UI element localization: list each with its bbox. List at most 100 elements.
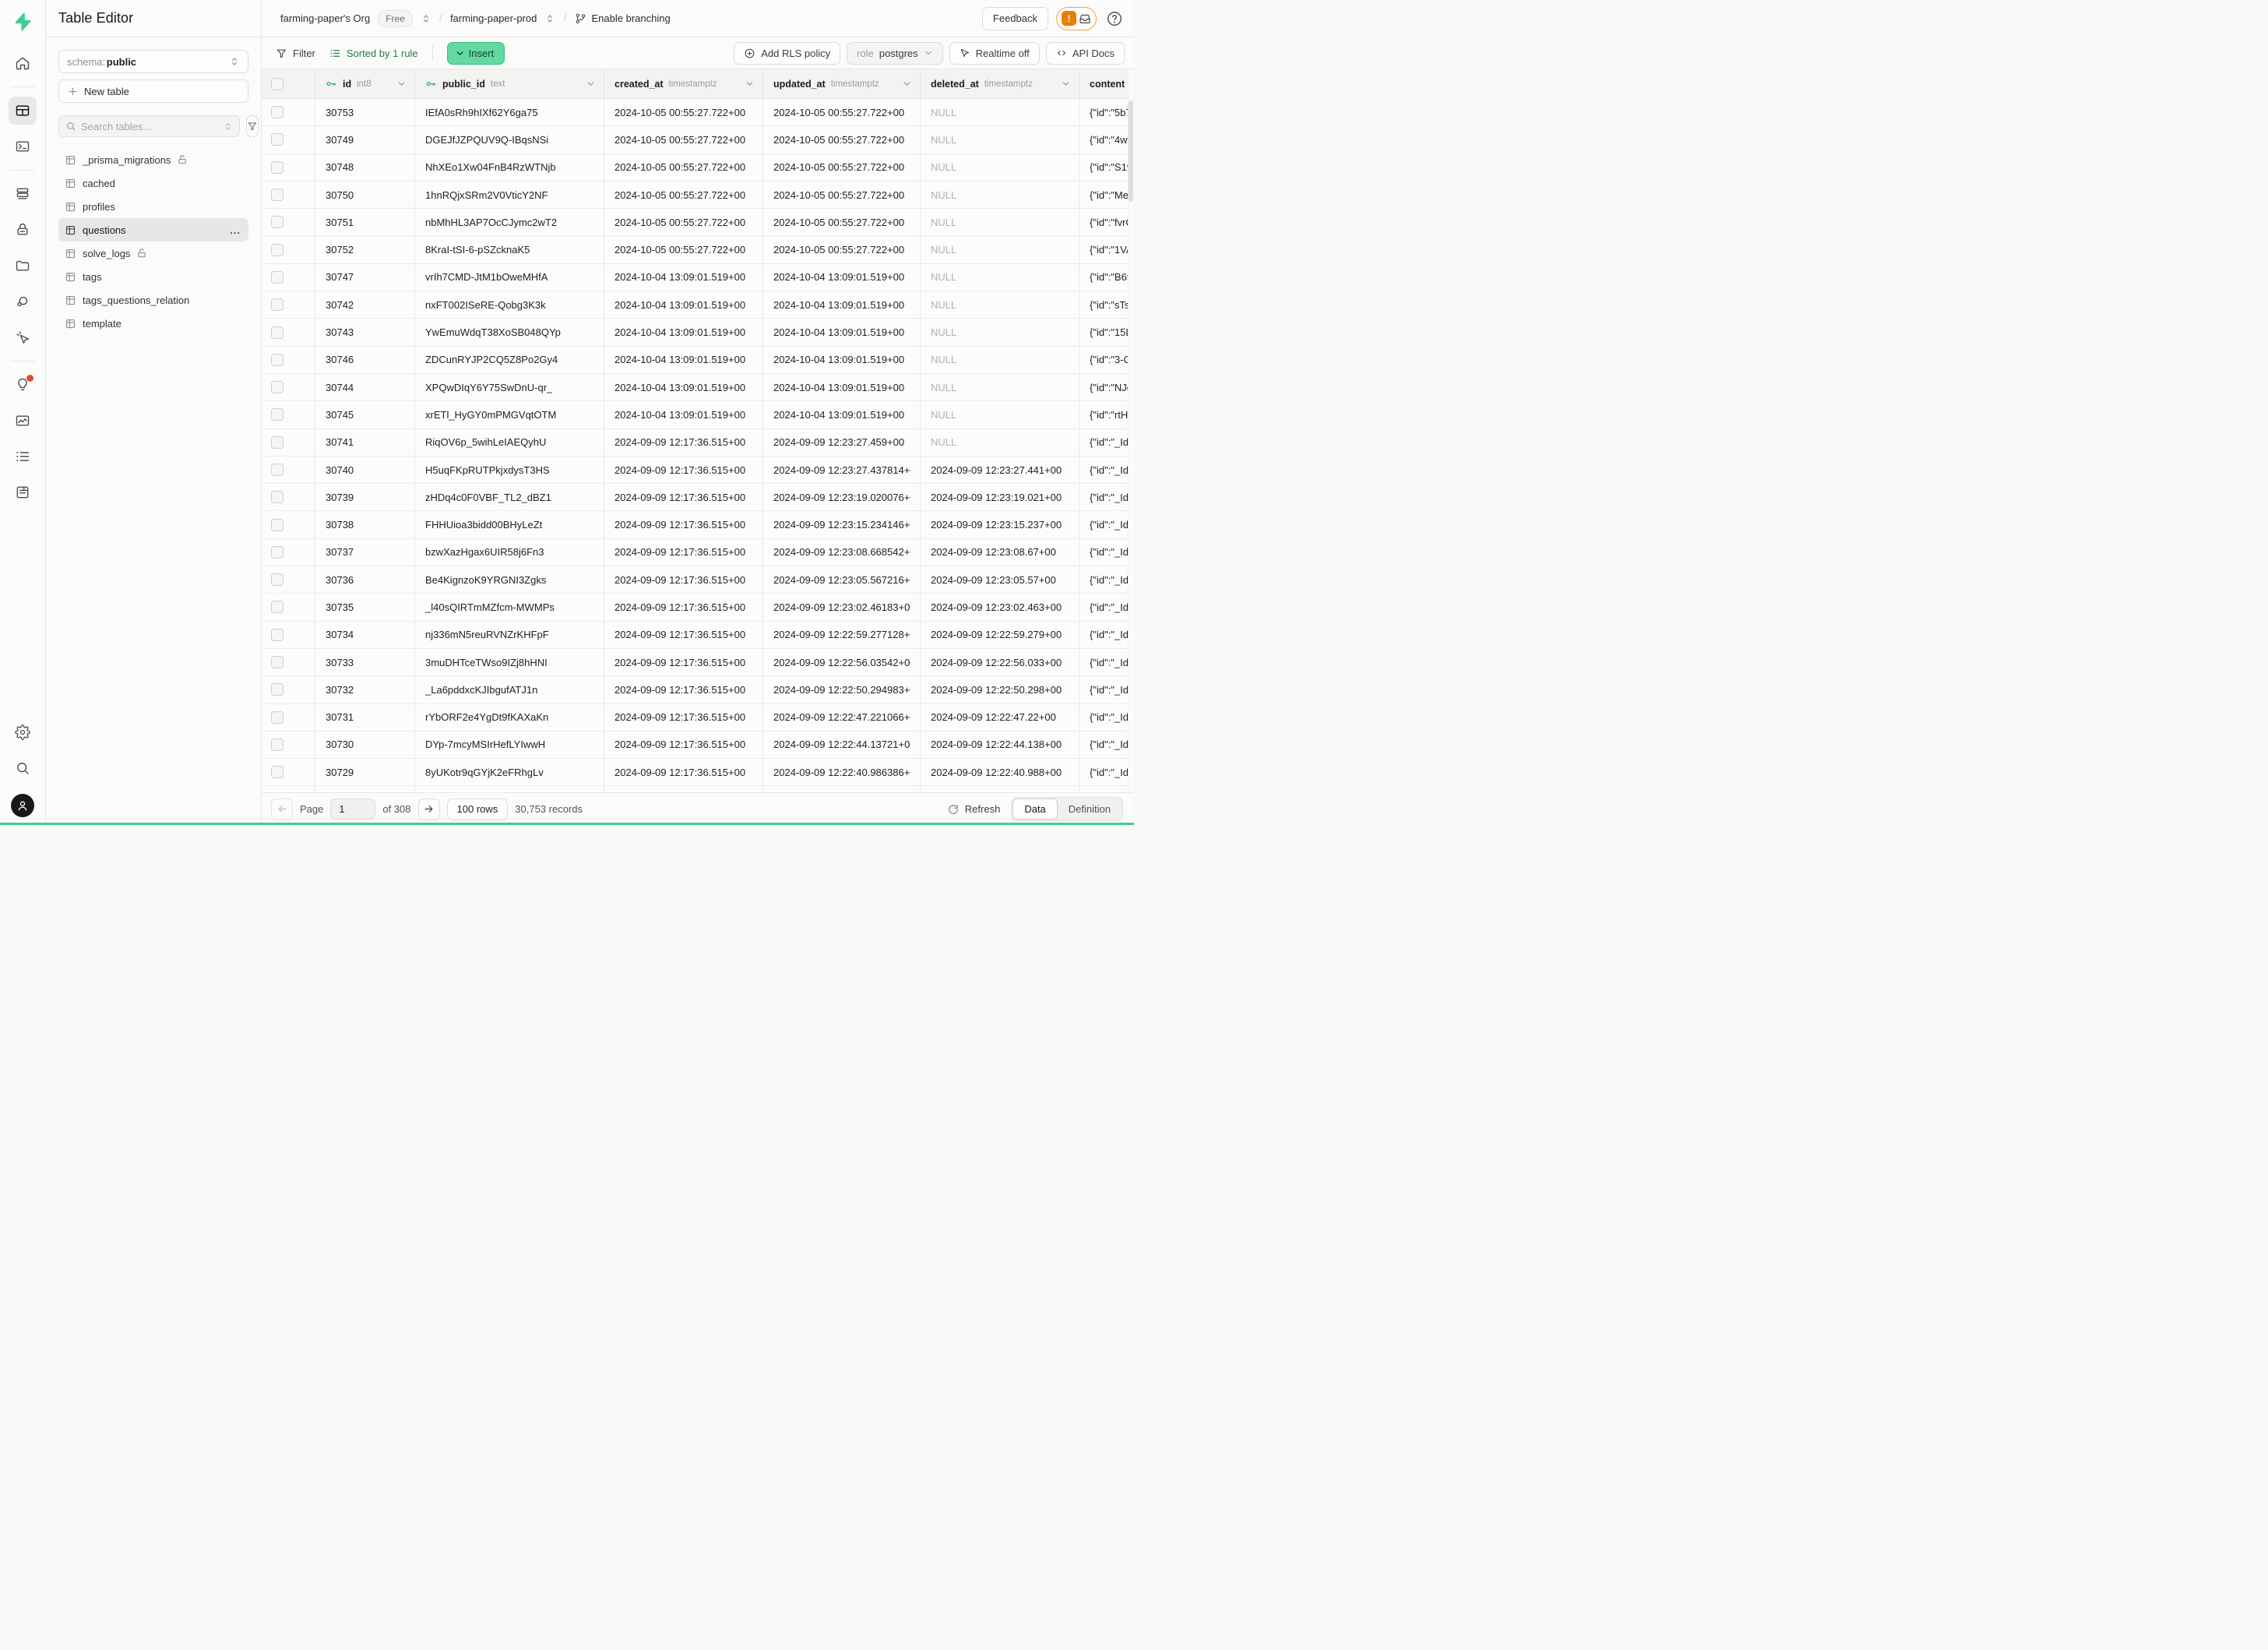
- schema-select[interactable]: schema: public: [58, 50, 248, 73]
- cell-deleted_at[interactable]: NULL: [921, 347, 1079, 373]
- cell-id[interactable]: 30737: [315, 539, 415, 566]
- cell-id[interactable]: 30738: [315, 511, 415, 538]
- org-switcher-icon[interactable]: [421, 13, 431, 24]
- role-select[interactable]: role postgres: [847, 42, 943, 65]
- cell-updated_at[interactable]: 2024-09-09 12:22:47.221066+00: [763, 704, 921, 731]
- cell-updated_at[interactable]: 2024-09-09 12:22:56.03542+00: [763, 649, 921, 675]
- cell-created_at[interactable]: 2024-09-09 12:17:36.515+00: [604, 704, 763, 731]
- search-tables-field[interactable]: [58, 115, 240, 137]
- cell-public_id[interactable]: H5uqFKpRUTPkjxdysT3HS: [415, 457, 604, 483]
- cell-id[interactable]: 30751: [315, 209, 415, 235]
- cell-deleted_at[interactable]: NULL: [921, 374, 1079, 400]
- cell-id[interactable]: 30739: [315, 484, 415, 510]
- row-checkbox[interactable]: [271, 683, 284, 696]
- api-docs-button[interactable]: API Docs: [1046, 42, 1125, 65]
- cell-updated_at[interactable]: 2024-10-05 00:55:27.722+00: [763, 126, 921, 153]
- cell-updated_at[interactable]: 2024-09-09 12:22:59.277128+00: [763, 622, 921, 648]
- cell-public_id[interactable]: 1hnRQjxSRm2V0VticY2NF: [415, 182, 604, 208]
- cell-public_id[interactable]: ZDCunRYJP2CQ5Z8Po2Gy4: [415, 347, 604, 373]
- cell-id[interactable]: 30731: [315, 704, 415, 731]
- scrollbar-thumb[interactable]: [1129, 100, 1133, 202]
- cell-id[interactable]: 30736: [315, 566, 415, 593]
- cell-id[interactable]: 30730: [315, 732, 415, 758]
- sidebar-table-cached[interactable]: cached: [58, 171, 248, 195]
- cell-deleted_at[interactable]: NULL: [921, 209, 1079, 235]
- cell-id[interactable]: 30749: [315, 126, 415, 153]
- cell-updated_at[interactable]: 2024-10-05 00:55:27.722+00: [763, 182, 921, 208]
- row-checkbox[interactable]: [271, 491, 284, 503]
- prev-page-button[interactable]: [271, 799, 293, 820]
- cell-public_id[interactable]: 0L5BAfDaLDl5rQOiqeKPO: [415, 786, 604, 792]
- select-all-checkbox[interactable]: [271, 78, 284, 90]
- cell-created_at[interactable]: 2024-09-09 12:17:36.515+00: [604, 622, 763, 648]
- column-header-content[interactable]: contentjsonb: [1079, 69, 1134, 98]
- filter-button[interactable]: Filter: [276, 48, 315, 59]
- cell-id[interactable]: 30753: [315, 99, 415, 125]
- cell-public_id[interactable]: zHDq4c0F0VBF_TL2_dBZ1: [415, 484, 604, 510]
- sidebar-item-table-editor[interactable]: [9, 97, 37, 125]
- chevron-down-icon[interactable]: [745, 79, 755, 89]
- cell-id[interactable]: 30735: [315, 594, 415, 620]
- cell-public_id[interactable]: Be4KignzoK9YRGNI3Zgks: [415, 566, 604, 593]
- cell-content[interactable]: {"id":"rtHbLpgB8V11LUK7152: [1079, 401, 1134, 428]
- cell-id[interactable]: 30740: [315, 457, 415, 483]
- row-checkbox[interactable]: [271, 656, 284, 668]
- cell-deleted_at[interactable]: NULL: [921, 236, 1079, 263]
- project-name[interactable]: farming-paper-prod: [450, 12, 537, 24]
- cell-deleted_at[interactable]: 2024-09-09 12:22:37.958+00: [921, 786, 1079, 792]
- row-checkbox[interactable]: [271, 326, 284, 339]
- cell-content[interactable]: {"id":"_Id9aLyJpMHQLaiQC: [1079, 457, 1134, 483]
- cell-content[interactable]: {"id":"_Id9aLyJpMHQLaiQC: [1079, 429, 1134, 456]
- cell-deleted_at[interactable]: 2024-09-09 12:23:08.67+00: [921, 539, 1079, 566]
- cell-content[interactable]: {"id":"_Id9aLyJpMHQLaiQC: [1079, 649, 1134, 675]
- sort-button[interactable]: Sorted by 1 rule: [329, 48, 418, 59]
- row-checkbox[interactable]: [271, 161, 284, 174]
- notifications-button[interactable]: !: [1056, 7, 1097, 30]
- cell-updated_at[interactable]: 2024-09-09 12:22:44.13721+00: [763, 732, 921, 758]
- row-checkbox[interactable]: [271, 298, 284, 311]
- cell-content[interactable]: {"id":"_Id9aLyJpMHQLaiQC: [1079, 786, 1134, 792]
- row-checkbox[interactable]: [271, 216, 284, 228]
- cell-public_id[interactable]: _l40sQIRTmMZfcm-MWMPs: [415, 594, 604, 620]
- add-rls-policy-button[interactable]: Add RLS policy: [734, 42, 840, 65]
- cell-deleted_at[interactable]: 2024-09-09 12:22:50.298+00: [921, 676, 1079, 703]
- cell-created_at[interactable]: 2024-10-05 00:55:27.722+00: [604, 182, 763, 208]
- sidebar-table-tags_questions_relation[interactable]: tags_questions_relation: [58, 288, 248, 312]
- cell-updated_at[interactable]: 2024-10-05 00:55:27.722+00: [763, 99, 921, 125]
- cell-content[interactable]: {"id":"_Id9aLyJpMHQLaiQC: [1079, 676, 1134, 703]
- cell-updated_at[interactable]: 2024-09-09 12:22:50.294983+00: [763, 676, 921, 703]
- cell-content[interactable]: {"id":"5b7j5Pz9WHBNmY_A: [1079, 99, 1134, 125]
- cell-created_at[interactable]: 2024-10-05 00:55:27.722+00: [604, 154, 763, 181]
- cell-created_at[interactable]: 2024-10-04 13:09:01.519+00: [604, 264, 763, 291]
- cell-id[interactable]: 30733: [315, 649, 415, 675]
- column-header-deleted_at[interactable]: deleted_attimestamptz: [921, 69, 1079, 98]
- row-checkbox[interactable]: [271, 546, 284, 559]
- cell-deleted_at[interactable]: 2024-09-09 12:23:05.57+00: [921, 566, 1079, 593]
- cell-created_at[interactable]: 2024-10-04 13:09:01.519+00: [604, 291, 763, 318]
- sidebar-item-reports[interactable]: [9, 407, 37, 435]
- cell-deleted_at[interactable]: NULL: [921, 291, 1079, 318]
- cell-public_id[interactable]: NhXEo1Xw04FnB4RzWTNjb: [415, 154, 604, 181]
- sidebar-table-_prisma_migrations[interactable]: _prisma_migrations: [58, 148, 248, 171]
- chevron-down-icon[interactable]: [902, 79, 912, 89]
- cell-content[interactable]: {"id":"3-O8cn_xPgs0cVxqKE: [1079, 347, 1134, 373]
- cell-public_id[interactable]: DYp-7mcyMSIrHefLYIwwH: [415, 732, 604, 758]
- cell-public_id[interactable]: rYbORF2e4YgDt9fKAXaKn: [415, 704, 604, 731]
- column-header-updated_at[interactable]: updated_attimestamptz: [763, 69, 921, 98]
- cell-public_id[interactable]: _La6pddxcKJIbgufATJ1n: [415, 676, 604, 703]
- cell-created_at[interactable]: 2024-10-04 13:09:01.519+00: [604, 374, 763, 400]
- cell-created_at[interactable]: 2024-09-09 12:17:36.515+00: [604, 649, 763, 675]
- sidebar-item-settings[interactable]: [9, 718, 37, 746]
- cell-updated_at[interactable]: 2024-10-05 00:55:27.722+00: [763, 236, 921, 263]
- cell-created_at[interactable]: 2024-09-09 12:17:36.515+00: [604, 511, 763, 538]
- cell-updated_at[interactable]: 2024-09-09 12:23:05.567216+00: [763, 566, 921, 593]
- chevron-down-icon[interactable]: [586, 79, 596, 89]
- cell-created_at[interactable]: 2024-09-09 12:17:36.515+00: [604, 732, 763, 758]
- cell-id[interactable]: 30743: [315, 319, 415, 345]
- cell-content[interactable]: {"id":"fvrQ1bXoJ6XaAD08G: [1079, 209, 1134, 235]
- column-header-created_at[interactable]: created_attimestamptz: [604, 69, 763, 98]
- tab-data[interactable]: Data: [1012, 799, 1057, 820]
- cell-content[interactable]: {"id":"_Id9aLyJpMHQLaiQC: [1079, 622, 1134, 648]
- row-checkbox[interactable]: [271, 408, 284, 421]
- sidebar-table-solve_logs[interactable]: solve_logs: [58, 242, 248, 265]
